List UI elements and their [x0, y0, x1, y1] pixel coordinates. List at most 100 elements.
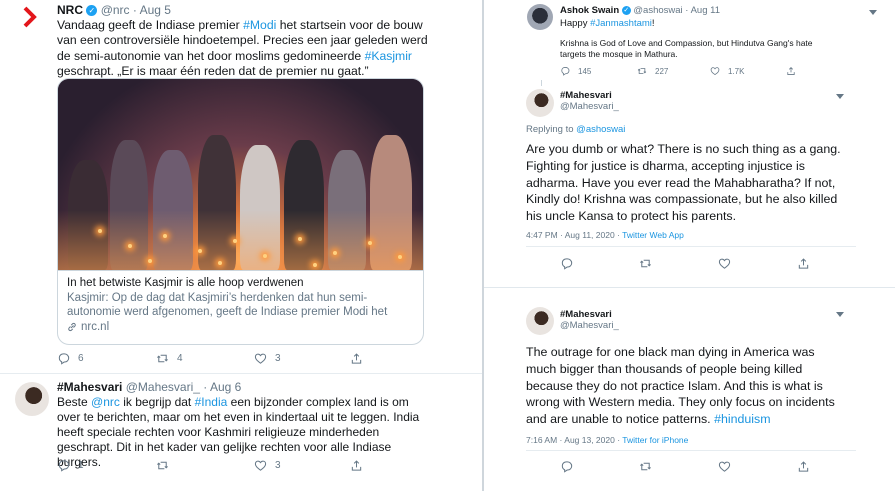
mahesvari-avatar[interactable]	[15, 382, 49, 416]
mahesvari-handle[interactable]: @Mahesvari_	[560, 101, 619, 112]
tweet-text-part: Vandaag geeft de Indiase premier	[57, 18, 244, 32]
replying-to-label: Replying to	[526, 124, 577, 135]
mahesvari-reply-tweet[interactable]: #Mahesvari @Mahesvari_ Replying to @asho…	[484, 86, 895, 287]
reply-button[interactable]: 1	[57, 459, 84, 472]
retweet-button[interactable]	[639, 257, 652, 270]
reply-count: 145	[578, 66, 592, 76]
divider	[526, 246, 856, 247]
tweet-text-part: The outrage for one black man dying in A…	[526, 345, 835, 427]
reply-icon	[561, 258, 573, 270]
client-link[interactable]: Twitter for iPhone	[622, 435, 688, 445]
tweet-text-part: !	[651, 18, 655, 29]
retweet-icon	[637, 68, 647, 74]
mahesvari-display-name[interactable]: #Mahesvari	[57, 380, 122, 394]
retweet-icon	[156, 354, 169, 363]
retweet-button[interactable]	[156, 459, 169, 472]
divider	[526, 450, 856, 451]
hashtag-modi[interactable]: #Modi	[243, 18, 276, 32]
like-button[interactable]	[718, 257, 731, 270]
mahesvari-reply-text: Are you dumb or what? There is no such t…	[526, 142, 841, 224]
caret-icon[interactable]	[869, 10, 877, 15]
reply-icon	[561, 461, 573, 473]
caret-icon[interactable]	[836, 94, 844, 99]
share-button[interactable]	[797, 257, 810, 270]
share-button[interactable]	[350, 352, 363, 365]
share-icon	[798, 258, 809, 269]
retweet-button[interactable]: 227	[637, 66, 668, 76]
like-icon	[718, 258, 731, 269]
link-preview-card[interactable]: In het betwiste Kasjmir is alle hoop ver…	[57, 78, 424, 345]
share-icon	[787, 67, 795, 75]
share-icon	[351, 460, 362, 471]
nrc-logo-avatar[interactable]	[22, 6, 38, 28]
nrc-tweet[interactable]: NRC ✓ @nrc · Aug 5 Vandaag geeft de Indi…	[0, 0, 482, 373]
mahesvari-avatar[interactable]	[526, 89, 554, 117]
mahesvari-dutch-text: Beste @nrc ik begrijp dat #India een bij…	[57, 395, 429, 470]
reply-icon	[58, 353, 70, 365]
retweet-icon	[639, 259, 652, 268]
hashtag-janmashtami[interactable]: #Janmashtami	[590, 18, 652, 29]
reply-button[interactable]	[560, 257, 573, 270]
caret-icon[interactable]	[836, 312, 844, 317]
mention-nrc[interactable]: @nrc	[91, 395, 120, 409]
tweet-text-part: Happy	[560, 18, 591, 29]
like-count: 3	[275, 353, 281, 364]
card-domain: nrc.nl	[81, 320, 110, 333]
nrc-tweet-text: Vandaag geeft de Indiase premier #Modi h…	[57, 18, 429, 79]
like-button[interactable]: 3	[254, 352, 281, 365]
client-link[interactable]: Twitter Web App	[622, 230, 684, 240]
ashok-avatar[interactable]	[527, 4, 553, 30]
timestamp-text: 4:47 PM · Aug 11, 2020 ·	[526, 230, 623, 240]
nrc-handle[interactable]: @nrc	[101, 3, 130, 17]
retweet-button[interactable]: 4	[156, 352, 183, 365]
reply-button[interactable]: 6	[57, 352, 84, 365]
mahesvari-display-name[interactable]: #Mahesvari	[560, 90, 619, 101]
like-icon	[254, 353, 267, 364]
hashtag-india[interactable]: #India	[195, 395, 228, 409]
share-button[interactable]	[797, 460, 810, 473]
mahesvari-display-name[interactable]: #Mahesvari	[560, 309, 619, 320]
ashok-greeting: Happy #Janmashtami!	[560, 18, 655, 29]
like-icon	[710, 67, 720, 75]
card-title[interactable]: In het betwiste Kasjmir is alle hoop ver…	[67, 276, 417, 291]
mahesvari-handle[interactable]: @Mahesvari_	[560, 320, 619, 331]
mahesvari-second-tweet[interactable]: #Mahesvari @Mahesvari_ The outrage for o…	[484, 288, 895, 491]
card-domain-row: nrc.nl	[67, 320, 417, 335]
hashtag-hinduism[interactable]: #hinduism	[714, 412, 770, 426]
replying-to: Replying to @ashoswai	[526, 124, 625, 135]
mahesvari-dutch-tweet[interactable]: #Mahesvari @Mahesvari_ · Aug 6 Beste @nr…	[0, 374, 482, 491]
share-button[interactable]	[350, 459, 363, 472]
like-icon	[254, 460, 267, 471]
like-button[interactable]	[718, 460, 731, 473]
share-button[interactable]	[786, 66, 796, 76]
like-icon	[718, 461, 731, 472]
like-button[interactable]: 3	[254, 459, 281, 472]
mention-ashoswai[interactable]: @ashoswai	[576, 124, 625, 135]
verified-icon: ✓	[621, 5, 631, 15]
ashok-swain-tweet[interactable]: Ashok Swain ✓ @ashoswai · Aug 11 Happy #…	[484, 0, 895, 86]
ashok-handle[interactable]: @ashoswai	[633, 5, 682, 16]
hashtag-kasjmir[interactable]: #Kasjmir	[365, 49, 412, 63]
timestamp-text: 7:16 AM · Aug 13, 2020 ·	[526, 435, 623, 445]
reply-button[interactable]: 145	[560, 66, 591, 76]
like-button[interactable]: 1.7K	[710, 66, 744, 76]
reply-button[interactable]	[560, 460, 573, 473]
reply-count: 1	[78, 460, 84, 471]
retweet-button[interactable]	[639, 460, 652, 473]
separator-dot: ·	[685, 5, 689, 16]
ashok-display-name[interactable]: Ashok Swain	[560, 5, 619, 16]
tweet-timestamp: 4:47 PM · Aug 11, 2020 · Twitter Web App	[526, 230, 684, 240]
mahesvari-second-text: The outrage for one black man dying in A…	[526, 344, 844, 428]
retweet-icon	[639, 462, 652, 471]
reply-count: 6	[78, 353, 84, 364]
reply-icon	[561, 67, 570, 76]
tweet-text-part: geschrapt. „Er is maar één reden dat de …	[57, 63, 369, 78]
mahesvari-avatar[interactable]	[526, 307, 554, 335]
ashok-date[interactable]: Aug 11	[691, 5, 720, 16]
link-icon	[68, 322, 76, 331]
mahesvari-date[interactable]: Aug 6	[210, 380, 241, 394]
verified-icon: ✓	[86, 5, 98, 17]
mahesvari-handle[interactable]: @Mahesvari_	[126, 380, 200, 394]
nrc-date[interactable]: Aug 5	[140, 3, 171, 17]
nrc-display-name[interactable]: NRC	[57, 3, 83, 17]
